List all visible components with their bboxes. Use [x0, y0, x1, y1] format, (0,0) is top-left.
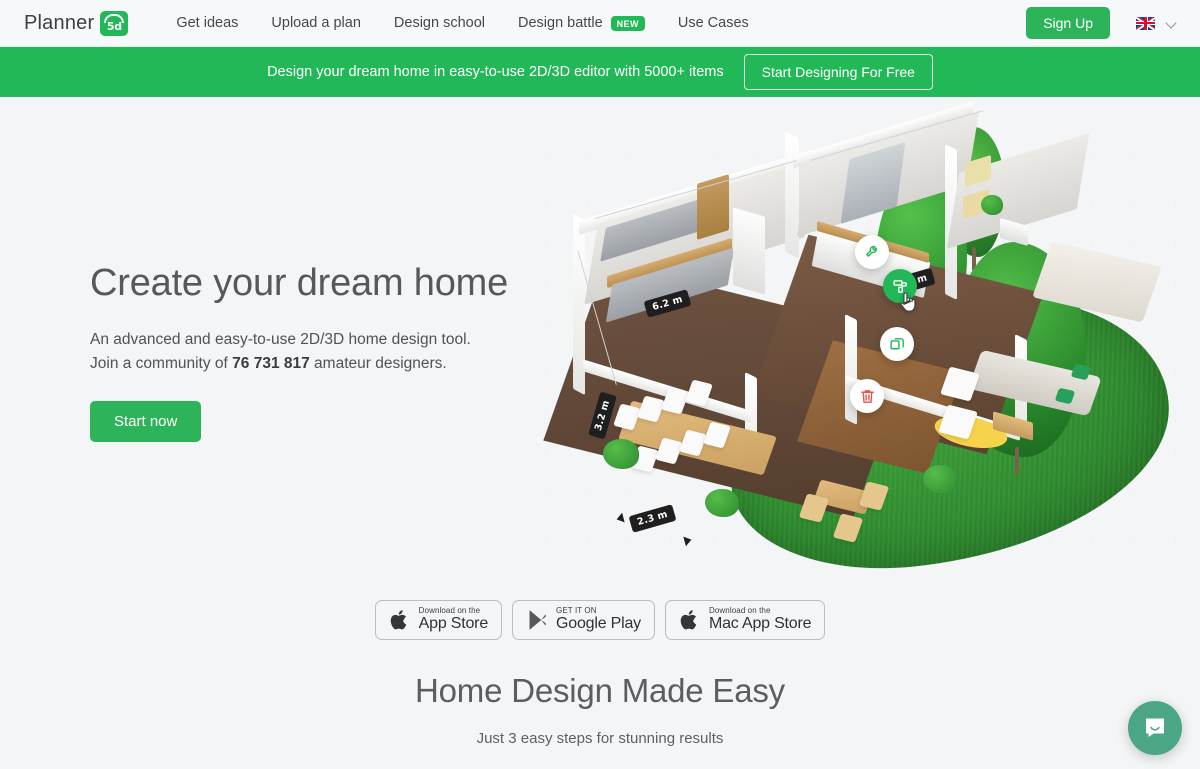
hero-section: Create your dream home An advanced and e… [0, 97, 1200, 586]
plant-icon [981, 195, 1003, 215]
app-store-badge[interactable]: Download on the App Store [374, 600, 503, 640]
section-title: Home Design Made Easy [415, 672, 785, 709]
trash-icon[interactable] [850, 379, 884, 413]
google-play-badge-text: GET IT ON Google Play [556, 607, 641, 632]
nav-item-get-ideas[interactable]: Get ideas [176, 15, 238, 31]
floor-plan-illustration: 6.2 m 8 m 3.2 m 2.3 m [543, 101, 1200, 586]
nav-label: Use Cases [677, 15, 749, 31]
nav-item-design-school[interactable]: Design school [394, 15, 485, 31]
chevron-down-icon [1167, 18, 1178, 29]
community-suffix: amateur designers. [309, 355, 447, 373]
apple-icon [680, 610, 697, 630]
nav-item-use-cases[interactable]: Use Cases [678, 15, 749, 31]
logo[interactable]: Planner 5d [24, 10, 129, 36]
logo-text: Planner [24, 11, 95, 34]
nav-label: Design battle [518, 15, 603, 31]
badge-big-text: App Store [418, 614, 489, 632]
section-subtitle: Just 3 easy steps for stunning results [476, 730, 724, 747]
settings-wrench-icon[interactable] [855, 235, 889, 269]
tree-trunk [1015, 447, 1019, 475]
house-icon: 5d [100, 10, 129, 36]
wall-center-vertical [785, 131, 799, 259]
hero-subtitle-line-2: Join a community of 76 731 817 amateur d… [90, 352, 560, 376]
apple-icon [390, 610, 406, 630]
language-selector[interactable] [1136, 16, 1178, 30]
nav-item-design-battle[interactable]: Design battle NEW [518, 15, 645, 31]
badge-big-text: Google Play [556, 614, 641, 632]
site-header: Planner 5d Get ideas Upload a plan Desig… [0, 0, 1200, 47]
start-designing-for-free-button[interactable]: Start Designing For Free [743, 54, 933, 90]
hero-copy: Create your dream home An advanced and e… [90, 262, 560, 442]
mac-app-store-badge-text: Download on the Mac App Store [708, 607, 812, 632]
refrigerator [733, 207, 765, 295]
plant-icon [603, 439, 639, 469]
main-nav: Get ideas Upload a plan Design school De… [176, 15, 781, 31]
google-play-icon [529, 610, 546, 630]
new-badge: NEW [610, 15, 645, 31]
badge-big-text: Mac App Store [708, 614, 812, 632]
house-roof-shape [104, 13, 125, 23]
home-design-section: Home Design Made Easy Just 3 easy steps … [0, 672, 1200, 747]
chat-bubble-icon [1146, 718, 1164, 737]
promo-banner-text: Design your dream home in easy-to-use 2D… [267, 64, 724, 80]
mac-app-store-badge[interactable]: Download on the Mac App Store [664, 600, 826, 640]
hand-cursor-icon [900, 292, 916, 312]
plant-icon [923, 465, 957, 493]
sign-up-button[interactable]: Sign Up [1026, 7, 1110, 39]
nav-label: Upload a plan [271, 15, 361, 31]
duplicate-icon[interactable] [880, 327, 914, 361]
nav-label: Design school [393, 15, 485, 31]
nav-item-upload-a-plan[interactable]: Upload a plan [271, 15, 361, 31]
promo-banner: Design your dream home in easy-to-use 2D… [0, 47, 1200, 97]
uk-flag-icon [1136, 16, 1155, 30]
hero-subtitle-line-1: An advanced and easy-to-use 2D/3D home d… [90, 330, 471, 348]
google-play-badge[interactable]: GET IT ON Google Play [512, 600, 655, 640]
app-store-badges: Download on the App Store GET IT ON Goog… [0, 600, 1200, 640]
page-root: Planner 5d Get ideas Upload a plan Desig… [0, 0, 1200, 769]
plant-icon [705, 489, 739, 517]
start-now-button[interactable]: Start now [90, 400, 202, 442]
header-actions: Sign Up [1026, 7, 1178, 39]
page-title: Create your dream home [90, 262, 509, 304]
hero-subtitle: An advanced and easy-to-use 2D/3D home d… [90, 328, 560, 377]
community-count: 76 731 817 [232, 355, 310, 373]
app-store-badge-text: Download on the App Store [418, 607, 489, 632]
intercom-launcher-button[interactable] [1128, 701, 1182, 755]
community-prefix: Join a community of [90, 355, 233, 373]
nav-label: Get ideas [176, 15, 239, 31]
